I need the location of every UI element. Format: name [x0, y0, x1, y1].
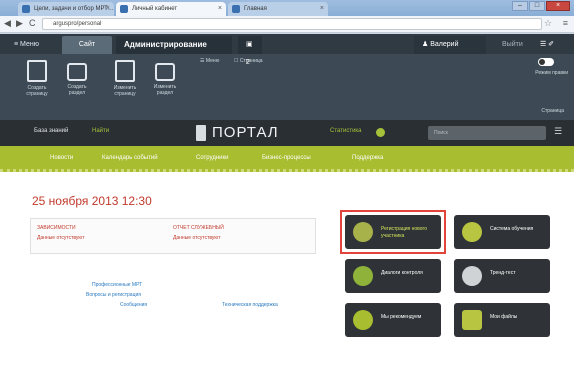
tile-control-dialogs[interactable]: Диалоги контроля [345, 259, 441, 293]
portal-logo[interactable]: ПОРТАЛ [212, 124, 279, 141]
close-tab-icon[interactable]: × [106, 2, 110, 16]
edit-mode-label: Режим правки [535, 70, 568, 76]
edit-section-button[interactable]: Изменить раздел [148, 60, 182, 96]
toolbar-tools[interactable]: ☰ ✐ [532, 36, 562, 54]
status-indicator-icon [376, 128, 385, 137]
dependencies-column: ЗАВИСИМОСТИ Данные отсутствуют [37, 223, 84, 243]
statistics-link[interactable]: Статистика [330, 128, 362, 134]
info-panel: ЗАВИСИМОСТИ Данные отсутствуют ОТЧЕТ СЛУ… [30, 218, 316, 254]
create-section-button[interactable]: Создать раздел [60, 60, 94, 96]
tab-site[interactable]: Сайт [62, 36, 112, 54]
browser-tab-2[interactable]: Личный кабинет × [116, 2, 226, 16]
nav-business-processes[interactable]: Бизнес-процессы [262, 155, 311, 161]
tab-administration[interactable]: Администрирование [116, 36, 232, 54]
ribbon-icon [462, 222, 482, 242]
report-title: ОТЧЕТ СЛУЖЕБНЫЙ [173, 225, 224, 231]
main-content: 25 ноября 2013 12:30 ЗАВИСИМОСТИ Данные … [0, 172, 574, 367]
favicon-icon [22, 5, 30, 13]
messages-link[interactable]: Сообщения [120, 302, 147, 308]
user-menu[interactable]: ♟ Валерий [414, 36, 486, 54]
tech-support-link[interactable]: Техническая поддержка [222, 302, 278, 308]
close-tab-icon[interactable]: × [320, 2, 324, 16]
new-page-icon [27, 60, 47, 82]
phone-logo-icon [196, 125, 206, 141]
nav-support[interactable]: Поддержка [352, 155, 383, 161]
browser-tab-label: Личный кабинет [132, 6, 178, 12]
folder-icon [67, 63, 87, 81]
forward-button[interactable]: ▶ [16, 18, 23, 29]
knowledge-base-link[interactable]: База знаний [34, 128, 68, 134]
minimize-button[interactable]: – [512, 1, 528, 11]
tile-new-participant[interactable]: Регистрация нового участника [345, 215, 441, 249]
tile-label: Система обучения [490, 226, 534, 232]
tile-label: Мы рекомендуем [381, 314, 422, 320]
pin-icon [353, 310, 373, 330]
portal-header: База знаний Найти ПОРТАЛ Статистика Поис… [0, 120, 574, 146]
tile-my-files[interactable]: Мои файлы [454, 303, 550, 337]
dependencies-title: ЗАВИСИМОСТИ [37, 225, 76, 231]
no-entry-icon [353, 266, 373, 286]
browser-tab-label: Цели, задачи и отбор МРТ… [34, 6, 114, 12]
browser-tab-strip: Цели, задачи и отбор МРТ… × Личный кабин… [0, 0, 574, 16]
edit-page-button[interactable]: Изменить страницу [108, 60, 142, 97]
registration-link[interactable]: Вопросы и регистрация [86, 292, 141, 298]
favicon-icon [120, 5, 128, 13]
drive-icon [462, 310, 482, 330]
nav-employees[interactable]: Сотрудники [196, 155, 229, 161]
page-icon [115, 60, 135, 82]
maximize-button[interactable]: □ [529, 1, 545, 11]
create-page-button[interactable]: Создать страницу [20, 60, 54, 97]
main-navigation: Новости Календарь событий Сотрудники Биз… [0, 146, 574, 172]
tile-label: Регистрация нового участника [381, 226, 428, 239]
ribbon-button-label: Создать страницу [26, 85, 48, 97]
notifications-counter[interactable]: ▣ 2 [238, 36, 262, 66]
find-link[interactable]: Найти [92, 128, 109, 134]
ribbon-menu-link[interactable]: ☰ Меню [200, 58, 219, 64]
edit-mode-toggle[interactable] [538, 58, 554, 66]
dependencies-value[interactable]: Данные отсутствуют [37, 233, 84, 243]
search-menu-icon[interactable]: ☰ [554, 126, 562, 137]
ribbon-section-label: Страница [541, 108, 564, 114]
tile-recommend[interactable]: Мы рекомендуем [345, 303, 441, 337]
browser-tab-label: Главная [244, 6, 267, 12]
portal-search-input[interactable]: Поиск [428, 126, 546, 140]
browser-tab-1[interactable]: Цели, задачи и отбор МРТ… × [18, 2, 114, 16]
window-controls: – □ × [512, 1, 570, 11]
current-date-time: 25 ноября 2013 12:30 [32, 194, 152, 208]
tile-trend-test[interactable]: Тренд-тест [454, 259, 550, 293]
phone-icon [462, 266, 482, 286]
ribbon-page-link[interactable]: ☐ Страница [234, 58, 263, 64]
tile-label: Мои файлы [490, 314, 518, 320]
bookmark-star-icon[interactable]: ☆ [544, 18, 552, 29]
ribbon-tab-bar: ≡ Меню Сайт Администрирование ▣ 2 ♟ Вале… [0, 34, 574, 66]
admin-ribbon: ≡ Меню Сайт Администрирование ▣ 2 ♟ Вале… [0, 34, 574, 120]
close-window-button[interactable]: × [546, 1, 570, 11]
report-column: ОТЧЕТ СЛУЖЕБНЫЙ Данные отсутствуют [173, 223, 224, 243]
tile-label: Тренд-тест [490, 270, 516, 276]
folder-icon [155, 63, 175, 81]
url-input[interactable]: arguspro/personal [42, 18, 542, 30]
back-button[interactable]: ◀ [4, 18, 11, 29]
browser-menu-icon[interactable]: ≡ [563, 18, 568, 28]
professional-link[interactable]: Профессионные МРТ [92, 282, 142, 288]
logout-link[interactable]: Выйти [494, 36, 531, 54]
tile-training-system[interactable]: Система обучения [454, 215, 550, 249]
nav-calendar[interactable]: Календарь событий [102, 155, 158, 161]
ribbon-button-label: Создать раздел [67, 84, 87, 96]
nav-news[interactable]: Новости [50, 155, 73, 161]
favicon-icon [232, 5, 240, 13]
ribbon-button-label: Изменить страницу [113, 85, 137, 97]
browser-tab-3[interactable]: Главная × [228, 2, 328, 16]
tile-label: Диалоги контроля [381, 270, 423, 276]
ribbon-button-label: Изменить раздел [153, 84, 177, 96]
menu-button[interactable]: ≡ Меню [6, 36, 47, 54]
report-value[interactable]: Данные отсутствуют [173, 233, 224, 243]
close-tab-icon[interactable]: × [218, 2, 222, 16]
reload-button[interactable]: C [29, 18, 36, 28]
address-bar-row: ◀ ▶ C arguspro/personal ☆ ≡ [0, 16, 574, 33]
shield-icon [353, 222, 373, 242]
